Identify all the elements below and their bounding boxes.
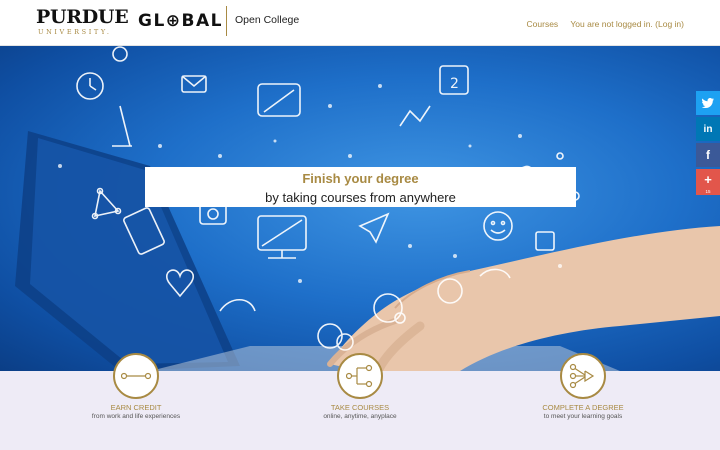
login-status-text: You are not logged in. (570, 19, 653, 29)
feature-take-courses[interactable]: TAKE COURSES online, anytime, anyplace (270, 353, 450, 420)
facebook-icon: f (706, 148, 710, 162)
feature-subtitle: from work and life experiences (91, 413, 181, 420)
facebook-share-button[interactable]: f (696, 143, 720, 167)
courses-path-icon (337, 353, 383, 399)
linkedin-icon: in (703, 123, 713, 135)
login-link[interactable]: (Log in) (655, 19, 684, 29)
open-college-label: Open College (235, 14, 300, 26)
feature-earn-credit[interactable]: EARN CREDIT from work and life experienc… (46, 353, 226, 420)
logo-global-text: GL⊕BAL (138, 11, 223, 31)
feature-complete-degree[interactable]: COMPLETE A DEGREE to meet your learning … (493, 353, 673, 420)
nav-courses-link[interactable]: Courses (527, 19, 559, 29)
feature-title: TAKE COURSES (330, 403, 390, 412)
feature-subtitle: online, anytime, anyplace (323, 413, 397, 420)
hero-tagline: Finish your degree by taking courses fro… (145, 167, 576, 207)
linkedin-share-button[interactable]: in (696, 117, 720, 141)
hero-illustration: 2 (15, 46, 720, 371)
social-share-bar: in f + 15 (696, 91, 720, 197)
hero-subtitle: by taking courses from anywhere (265, 190, 456, 205)
feature-title: COMPLETE A DEGREE (542, 403, 624, 412)
share-count: 15 (705, 189, 711, 194)
top-nav: Courses You are not logged in. (Log in) (527, 19, 684, 29)
logo-divider (226, 6, 227, 36)
plus-icon: + (704, 171, 712, 187)
degree-path-icon (560, 353, 606, 399)
hero-title: Finish your degree (302, 171, 419, 186)
feature-title: EARN CREDIT (110, 403, 162, 412)
features-strip: EARN CREDIT from work and life experienc… (0, 353, 720, 450)
hero-banner: 2 Finish your degree by taking courses f… (0, 46, 720, 371)
twitter-share-button[interactable] (696, 91, 720, 115)
twitter-icon (702, 98, 714, 108)
logo-university-text: UNIVERSITY. (38, 28, 112, 36)
credit-path-icon (113, 353, 159, 399)
logo-purdue-text: PURDUE (36, 6, 129, 28)
site-header: PURDUE UNIVERSITY. GL⊕BAL Open College C… (0, 0, 720, 46)
svg-text:2: 2 (450, 76, 459, 92)
feature-subtitle: to meet your learning goals (543, 413, 623, 420)
more-share-button[interactable]: + 15 (696, 169, 720, 195)
